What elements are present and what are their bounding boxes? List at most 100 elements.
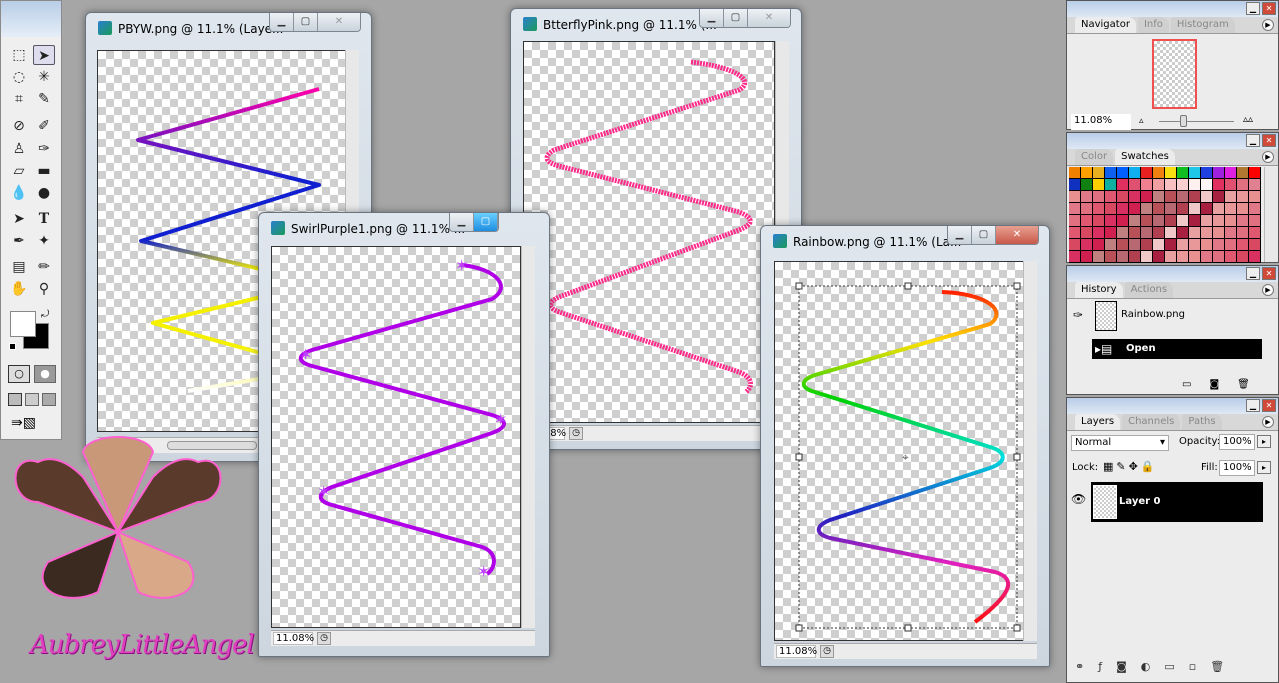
swatch[interactable] bbox=[1201, 179, 1213, 191]
swatch[interactable] bbox=[1249, 227, 1261, 239]
swatch[interactable] bbox=[1093, 203, 1105, 215]
screen-mode-full[interactable] bbox=[42, 393, 56, 406]
panel-minimize-button[interactable]: ▁ bbox=[1246, 2, 1260, 15]
navigator-zoom-field[interactable]: 11.08% bbox=[1071, 114, 1131, 130]
lasso-tool-icon[interactable]: ◌ bbox=[8, 67, 30, 87]
swatch[interactable] bbox=[1105, 203, 1117, 215]
status-menu-button[interactable]: ◷ bbox=[317, 632, 331, 645]
blur-tool-icon[interactable]: 💧 bbox=[8, 183, 30, 203]
canvas[interactable]: ⌖ bbox=[774, 261, 1024, 641]
zoom-slider[interactable] bbox=[1159, 121, 1234, 122]
swatch[interactable] bbox=[1105, 191, 1117, 203]
swatch[interactable] bbox=[1081, 179, 1093, 191]
swatch[interactable] bbox=[1177, 191, 1189, 203]
zoom-slider-thumb[interactable] bbox=[1180, 115, 1187, 127]
navigator-thumbnail[interactable] bbox=[1152, 39, 1197, 109]
swatch[interactable] bbox=[1189, 239, 1201, 251]
swatch[interactable] bbox=[1129, 191, 1141, 203]
swatch[interactable] bbox=[1201, 239, 1213, 251]
swatch[interactable] bbox=[1165, 251, 1177, 263]
swatch-grid[interactable] bbox=[1069, 167, 1261, 263]
marquee-tool-icon[interactable]: ⬚ bbox=[8, 45, 30, 65]
swatch[interactable] bbox=[1105, 215, 1117, 227]
slice-tool-icon[interactable]: ✎ bbox=[33, 89, 55, 109]
swatch[interactable] bbox=[1153, 191, 1165, 203]
swatch[interactable] bbox=[1213, 167, 1225, 179]
swatch[interactable] bbox=[1201, 191, 1213, 203]
swatch[interactable] bbox=[1153, 215, 1165, 227]
vertical-scrollbar[interactable] bbox=[1023, 261, 1037, 641]
tab-color[interactable]: Color bbox=[1075, 149, 1114, 165]
swatch[interactable] bbox=[1081, 215, 1093, 227]
swatch[interactable] bbox=[1117, 191, 1129, 203]
history-brush-source-icon[interactable]: ✑ bbox=[1073, 308, 1083, 322]
swatch[interactable] bbox=[1093, 227, 1105, 239]
maximize-button[interactable]: ▢ bbox=[294, 13, 318, 31]
minimize-button[interactable]: ▁ bbox=[948, 226, 972, 244]
history-footer-buttons[interactable]: ▭◙🗑 bbox=[1182, 379, 1268, 390]
swatch[interactable] bbox=[1201, 227, 1213, 239]
canvas[interactable]: ✶ ✶ ✶ ✶ ✶ bbox=[271, 246, 521, 628]
eyedropper-tool-icon[interactable]: ✏ bbox=[33, 257, 55, 277]
swatch[interactable] bbox=[1237, 239, 1249, 251]
panel-menu-button[interactable]: ▶ bbox=[1262, 151, 1274, 163]
clone-stamp-tool-icon[interactable]: ♙ bbox=[8, 139, 30, 159]
swatch[interactable] bbox=[1165, 167, 1177, 179]
screen-mode-standard[interactable] bbox=[8, 393, 22, 406]
swatch[interactable] bbox=[1225, 239, 1237, 251]
swatch[interactable] bbox=[1165, 179, 1177, 191]
toolbox-title-bar[interactable] bbox=[1, 1, 61, 37]
swatch[interactable] bbox=[1213, 215, 1225, 227]
foreground-color-swatch-top[interactable] bbox=[10, 311, 36, 337]
swatch[interactable] bbox=[1141, 191, 1153, 203]
swatch[interactable] bbox=[1081, 239, 1093, 251]
document-window-butterflypink[interactable]: BtterflyPink.png @ 11.1% (... ▁▢✕ 11.08%… bbox=[510, 8, 802, 450]
swatch[interactable] bbox=[1225, 203, 1237, 215]
swatch[interactable] bbox=[1153, 227, 1165, 239]
swatch[interactable] bbox=[1129, 251, 1141, 263]
tab-history[interactable]: History bbox=[1075, 282, 1123, 298]
swatch[interactable] bbox=[1189, 179, 1201, 191]
swap-colors-icon[interactable]: ⤾ bbox=[41, 309, 49, 320]
swatch[interactable] bbox=[1093, 167, 1105, 179]
swatch[interactable] bbox=[1177, 179, 1189, 191]
swatch[interactable] bbox=[1225, 227, 1237, 239]
swatch[interactable] bbox=[1177, 215, 1189, 227]
snapshot-name[interactable]: Rainbow.png bbox=[1121, 309, 1185, 320]
swatch[interactable] bbox=[1225, 179, 1237, 191]
swatch[interactable] bbox=[1237, 203, 1249, 215]
swatch[interactable] bbox=[1081, 191, 1093, 203]
dodge-tool-icon[interactable]: ● bbox=[33, 183, 55, 203]
path-selection-tool-icon[interactable]: ➤ bbox=[8, 209, 30, 229]
screen-mode-full-menu[interactable] bbox=[25, 393, 39, 406]
swatch[interactable] bbox=[1069, 167, 1081, 179]
swatch[interactable] bbox=[1069, 239, 1081, 251]
panel-menu-button[interactable]: ▶ bbox=[1262, 19, 1274, 31]
crop-tool-icon[interactable]: ⌗ bbox=[8, 89, 30, 109]
swatch[interactable] bbox=[1093, 179, 1105, 191]
swatch[interactable] bbox=[1093, 191, 1105, 203]
swatch[interactable] bbox=[1141, 251, 1153, 263]
swatch[interactable] bbox=[1105, 179, 1117, 191]
panel-close-button[interactable]: ✕ bbox=[1262, 267, 1276, 280]
swatch[interactable] bbox=[1117, 251, 1129, 263]
panel-menu-button[interactable]: ▶ bbox=[1262, 416, 1274, 428]
zoom-out-icon[interactable]: ▵ bbox=[1139, 116, 1144, 126]
close-button[interactable]: ✕ bbox=[748, 9, 790, 27]
notes-tool-icon[interactable]: ▤ bbox=[8, 257, 30, 277]
swatch[interactable] bbox=[1189, 167, 1201, 179]
layers-footer-buttons[interactable]: ⚭ƒ◙◐▭▫🗑 bbox=[1075, 660, 1238, 673]
swatch[interactable] bbox=[1165, 239, 1177, 251]
swatches-scrollbar[interactable] bbox=[1264, 167, 1278, 262]
swatch[interactable] bbox=[1189, 251, 1201, 263]
jump-to-imageready-icon[interactable]: ⇛▧ bbox=[11, 415, 36, 431]
swatch[interactable] bbox=[1069, 179, 1081, 191]
standard-mode-button[interactable]: ○ bbox=[8, 365, 30, 383]
swatch[interactable] bbox=[1069, 215, 1081, 227]
swatch[interactable] bbox=[1225, 191, 1237, 203]
swatch[interactable] bbox=[1237, 251, 1249, 263]
maximize-button[interactable]: ▢ bbox=[972, 226, 996, 244]
swatch[interactable] bbox=[1177, 167, 1189, 179]
status-menu-button[interactable]: ◷ bbox=[820, 645, 834, 658]
swatch[interactable] bbox=[1129, 215, 1141, 227]
